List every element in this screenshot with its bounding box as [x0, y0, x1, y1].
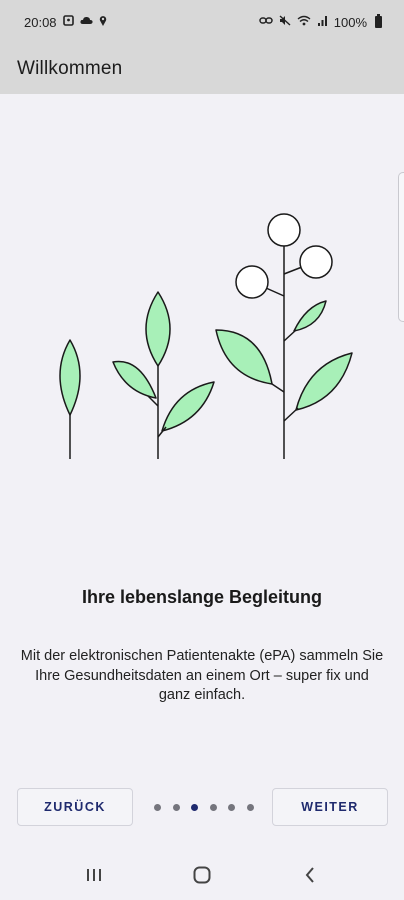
home-icon[interactable] [182, 855, 222, 895]
next-button[interactable]: WEITER [272, 788, 388, 826]
recents-icon[interactable] [74, 855, 114, 895]
next-button-label: WEITER [301, 800, 359, 814]
back-button[interactable]: ZURÜCK [17, 788, 133, 826]
leaf-shape [215, 329, 273, 385]
location-icon [99, 15, 107, 29]
page-dot-5[interactable] [228, 803, 236, 811]
leaf-shape [145, 291, 171, 367]
page-title: Willkommen [17, 58, 123, 79]
battery-icon [375, 14, 382, 28]
leaf-shape [293, 300, 327, 332]
signal-icon [317, 15, 328, 29]
status-bar: 20:08 100% [0, 0, 404, 44]
system-navigation-bar [0, 850, 404, 900]
flower-bud [267, 213, 301, 247]
wifi-icon [297, 15, 311, 29]
leaf-shape [295, 352, 353, 411]
status-right: 100% [259, 14, 382, 30]
leaf-shape [112, 360, 157, 399]
flower-bud [235, 265, 269, 299]
photo-icon [62, 15, 74, 29]
status-left: 20:08 [24, 15, 107, 30]
page-dot-3-active[interactable] [191, 803, 199, 811]
page-dot-6[interactable] [246, 803, 254, 811]
link-icon [259, 16, 273, 28]
leaf-shape [59, 339, 81, 416]
onboarding-description: Mit der elektronischen Patientenakte (eP… [20, 648, 384, 703]
battery-percent: 100% [333, 14, 367, 30]
growing-plants-illustration [59, 213, 353, 459]
page-dot-2[interactable] [172, 803, 180, 811]
back-button-label: ZURÜCK [44, 800, 106, 814]
app-bar: Willkommen [0, 44, 404, 94]
back-icon[interactable] [290, 855, 330, 895]
mute-icon [279, 15, 291, 29]
flower-bud [299, 245, 333, 279]
page-dot-1[interactable] [154, 803, 161, 811]
onboarding-page: Ihre lebenslange Begleitung Mit der elek… [0, 94, 404, 850]
cloud-icon [79, 16, 93, 28]
onboarding-navigation: ZURÜCK WEITER [0, 788, 404, 832]
page-dot-4[interactable] [209, 803, 217, 811]
page-indicator [154, 801, 254, 813]
onboarding-headline: Ihre lebenslange Begleitung [81, 587, 323, 607]
status-time: 20:08 [24, 14, 57, 30]
leaf-shape [161, 381, 215, 432]
